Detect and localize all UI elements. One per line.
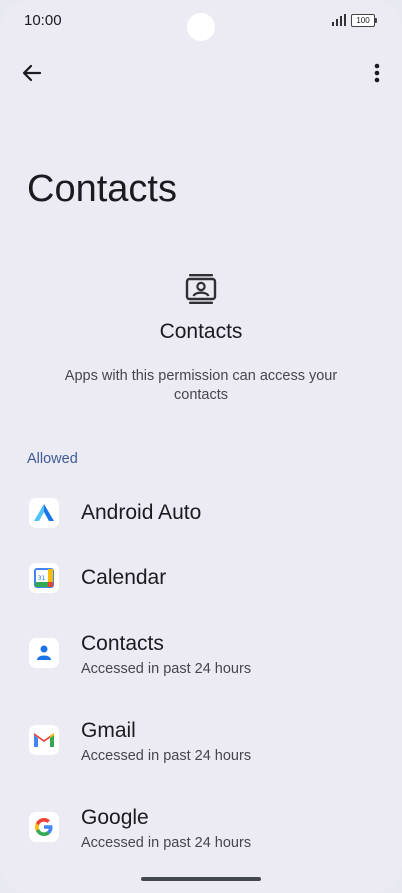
app-row-google[interactable]: Google Accessed in past 24 hours	[0, 802, 402, 858]
app-row-android-auto[interactable]: Android Auto	[0, 490, 402, 536]
gmail-icon	[29, 725, 59, 755]
arrow-left-icon	[22, 64, 42, 82]
status-time: 10:00	[24, 12, 62, 29]
android-auto-icon	[29, 498, 59, 528]
contacts-app-icon	[29, 638, 59, 668]
status-bar: 10:00 100	[0, 0, 402, 41]
app-name: Google	[81, 806, 149, 829]
section-label-allowed: Allowed	[27, 451, 78, 467]
battery-icon: 100	[351, 14, 377, 27]
app-access-note: Accessed in past 24 hours	[81, 748, 252, 764]
camera-cutout	[187, 13, 215, 41]
phone-screen: 10:00 100 Contacts Contacts Apps with th…	[0, 0, 402, 893]
more-vert-icon	[374, 63, 380, 83]
home-indicator[interactable]	[141, 877, 261, 881]
app-name: Contacts	[81, 632, 164, 655]
app-row-calendar[interactable]: 31 Calendar	[0, 555, 402, 601]
signal-icon	[332, 14, 346, 26]
app-name: Android Auto	[81, 501, 202, 524]
back-button[interactable]	[18, 59, 46, 87]
more-options-button[interactable]	[364, 59, 392, 87]
app-access-note: Accessed in past 24 hours	[81, 835, 252, 851]
app-name: Calendar	[81, 566, 167, 589]
svg-text:31: 31	[38, 575, 46, 582]
calendar-icon: 31	[29, 563, 59, 593]
google-icon	[29, 812, 59, 842]
contacts-permission-icon	[185, 274, 217, 304]
app-row-contacts[interactable]: Contacts Accessed in past 24 hours	[0, 628, 402, 684]
app-row-gmail[interactable]: Gmail Accessed in past 24 hours	[0, 715, 402, 771]
permission-description: Apps with this permission can access you…	[64, 368, 338, 403]
permission-title: Contacts	[159, 320, 243, 343]
app-access-note: Accessed in past 24 hours	[81, 661, 252, 677]
page-title: Contacts	[27, 168, 177, 210]
app-name: Gmail	[81, 719, 136, 742]
